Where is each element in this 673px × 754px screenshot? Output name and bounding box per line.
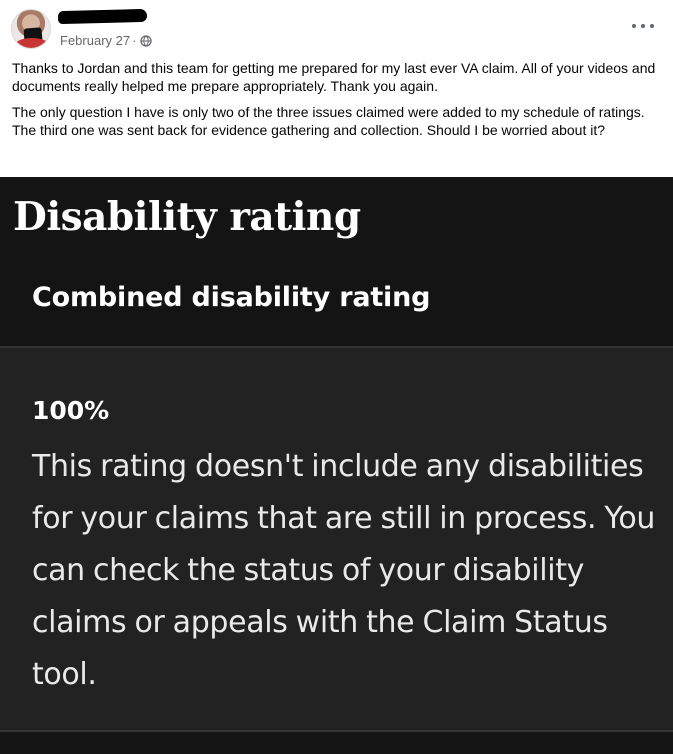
more-dot-icon	[632, 24, 636, 28]
post-message: Thanks to Jordan and this team for getti…	[12, 59, 662, 139]
disability-rating-title: Disability rating	[13, 194, 361, 240]
rating-percent: 100%	[32, 396, 110, 425]
post-paragraph: Thanks to Jordan and this team for getti…	[12, 60, 656, 94]
more-dot-icon	[650, 24, 654, 28]
globe-icon[interactable]	[140, 35, 153, 47]
redacted-author-name	[57, 8, 148, 25]
rating-description: This rating doesn't include any disabili…	[32, 449, 656, 692]
post-header: February 27 ·	[0, 0, 673, 54]
combined-rating-heading: Combined disability rating	[32, 282, 431, 313]
author-avatar[interactable]	[11, 9, 51, 49]
disability-rating-screenshot[interactable]: Disability rating Combined disability ra…	[0, 177, 673, 754]
post-date-link[interactable]: February 27	[60, 33, 130, 49]
meta-separator: ·	[132, 33, 137, 48]
more-horizontal-icon[interactable]	[632, 19, 654, 33]
more-dot-icon	[641, 24, 645, 28]
facebook-post: February 27 · Thanks to Jordan and this …	[0, 0, 673, 754]
image-bottom-strip	[0, 732, 673, 754]
post-paragraph: The only question I have is only two of …	[12, 104, 645, 138]
post-meta: February 27 ·	[60, 33, 153, 49]
